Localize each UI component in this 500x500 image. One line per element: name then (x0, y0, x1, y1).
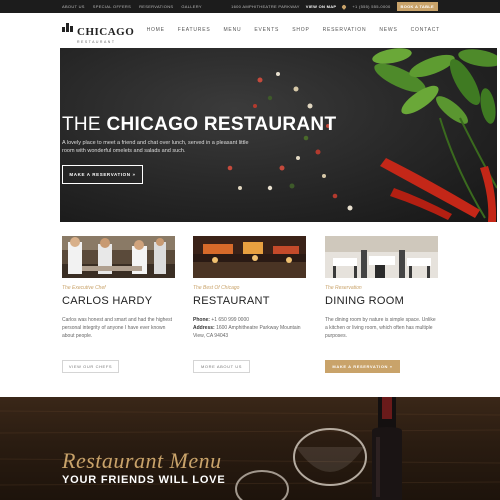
chef-heading: CARLOS HARDY (62, 295, 153, 307)
view-our-chefs-button[interactable]: View our chefs (62, 360, 119, 373)
chef-description: Carlos was honest and smart and had the … (62, 317, 173, 339)
dining-room-photo (325, 236, 438, 278)
nav-news[interactable]: News (379, 27, 397, 33)
nav-shop[interactable]: Shop (292, 27, 309, 33)
map-pin-icon (341, 3, 348, 10)
make-reservation-button[interactable]: Make a Reservation » (62, 165, 143, 184)
nav-events[interactable]: Events (254, 27, 279, 33)
hero-description: A lovely place to meet a friend and chat… (62, 140, 249, 154)
hero-section: THE CHICAGO RESTAURANT A lovely place to… (60, 48, 497, 222)
restaurant-eyebrow: The Best Of Chicago (193, 285, 240, 291)
dining-room-column: The Reservation DINING ROOM The dining r… (325, 236, 438, 373)
hero-title: THE CHICAGO RESTAURANT (62, 114, 336, 136)
nav-features[interactable]: Features (178, 27, 211, 33)
logo-subtitle: RESTAURANT (77, 40, 116, 44)
menu-script-title: Restaurant Menu (62, 448, 222, 473)
restaurant-heading: RESTAURANT (193, 295, 270, 307)
menu-banner: Restaurant Menu YOUR FRIENDS WILL LOVE (0, 397, 500, 500)
hero-title-bold: CHICAGO RESTAURANT (106, 114, 337, 135)
restaurant-photo (193, 236, 306, 278)
menu-tagline: YOUR FRIENDS WILL LOVE (62, 474, 226, 486)
logo-icon (62, 23, 74, 32)
restaurant-contact-info: Phone: +1 650 999 0000 Address: 1600 Amp… (193, 316, 306, 340)
dining-eyebrow: The Reservation (325, 285, 362, 291)
chili-peppers-decoration (380, 158, 497, 222)
top-contact: 1600 Amphitheatre Parkway View on map +1… (231, 0, 438, 13)
site-header: CHICAGO RESTAURANT Home Features Menu Ev… (0, 13, 500, 46)
nav-contact[interactable]: Contact (411, 27, 440, 33)
wine-glass-icon (235, 428, 367, 500)
view-on-map-link[interactable]: View on map (306, 4, 337, 9)
dining-description: The dining room by nature is simple spac… (325, 317, 436, 339)
dining-reservation-button[interactable]: Make a Reservation » (325, 360, 400, 373)
address-label: Address: (193, 325, 215, 331)
more-about-us-button[interactable]: More about us (193, 360, 250, 373)
phone-value: +1 650 999 0000 (211, 317, 250, 323)
nav-menu[interactable]: Menu (223, 27, 241, 33)
dining-heading: DINING ROOM (325, 295, 405, 307)
top-address: 1600 Amphitheatre Parkway (231, 4, 300, 9)
top-link-offers[interactable]: Special Offers (93, 4, 131, 9)
top-link-gallery[interactable]: Gallery (181, 4, 201, 9)
phone-label: Phone: (193, 317, 210, 323)
nav-reservation[interactable]: Reservation (323, 27, 367, 33)
hero-title-light: THE (62, 114, 107, 135)
site-logo[interactable]: CHICAGO RESTAURANT (62, 22, 134, 45)
wine-bottle-icon (372, 397, 402, 500)
top-link-reservations[interactable]: Reservations (139, 4, 173, 9)
book-table-button[interactable]: Book a table (396, 2, 438, 11)
top-phone: +1 (555) 555-0000 (352, 4, 391, 9)
top-link-about[interactable]: About Us (62, 4, 85, 9)
top-links: About Us Special Offers Reservations Gal… (62, 0, 202, 13)
nav-home[interactable]: Home (147, 27, 165, 33)
chef-photo (62, 236, 175, 278)
chef-column: The Executive Chef CARLOS HARDY Carlos w… (62, 236, 175, 373)
main-nav: Home Features Menu Events Shop Reservati… (147, 13, 440, 46)
restaurant-column: The Best Of Chicago RESTAURANT Phone: +1… (193, 236, 306, 373)
chef-eyebrow: The Executive Chef (62, 285, 106, 291)
logo-name: CHICAGO (77, 26, 135, 38)
top-bar: About Us Special Offers Reservations Gal… (0, 0, 500, 13)
